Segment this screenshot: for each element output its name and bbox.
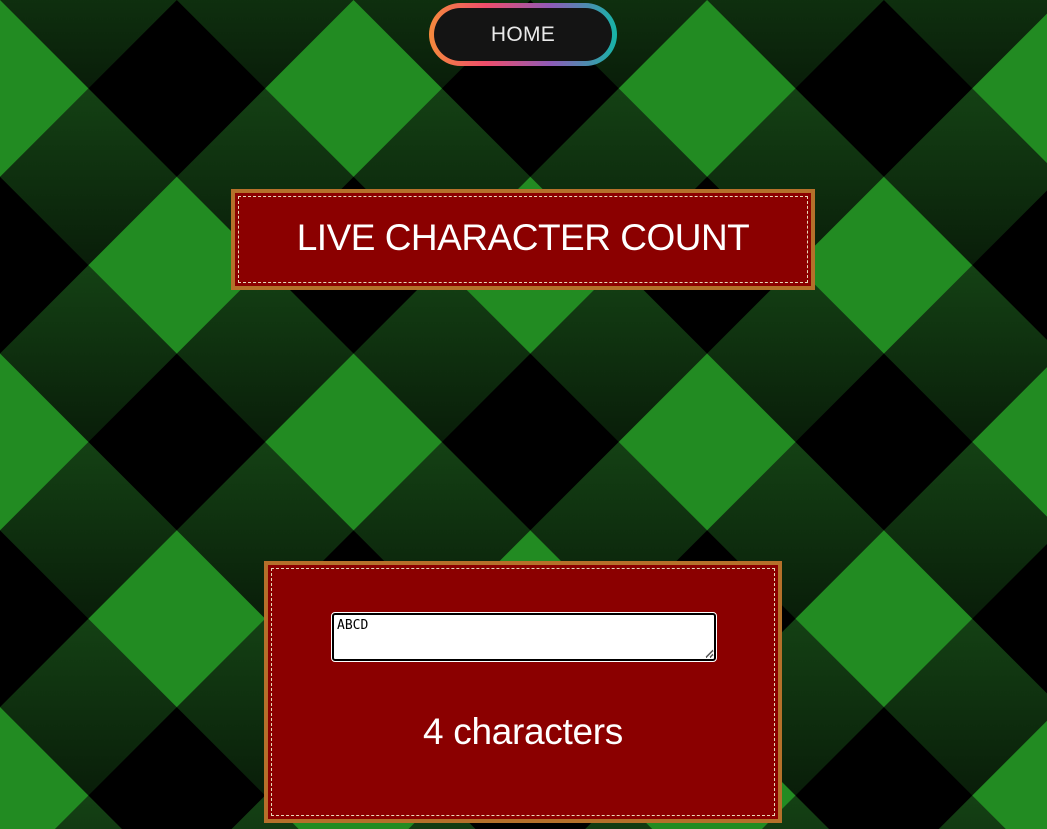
character-count: 4 characters: [423, 711, 623, 752]
title-panel-inner-border: LIVE CHARACTER COUNT: [238, 196, 808, 283]
page-title: LIVE CHARACTER COUNT: [296, 216, 750, 258]
title-panel: LIVE CHARACTER COUNT: [231, 189, 815, 290]
counter-panel-inner-border: 4 characters: [271, 568, 775, 816]
home-button[interactable]: HOME: [434, 8, 612, 61]
home-button-border: HOME: [429, 3, 617, 66]
counter-panel: 4 characters: [264, 561, 782, 823]
text-input[interactable]: [331, 612, 717, 662]
